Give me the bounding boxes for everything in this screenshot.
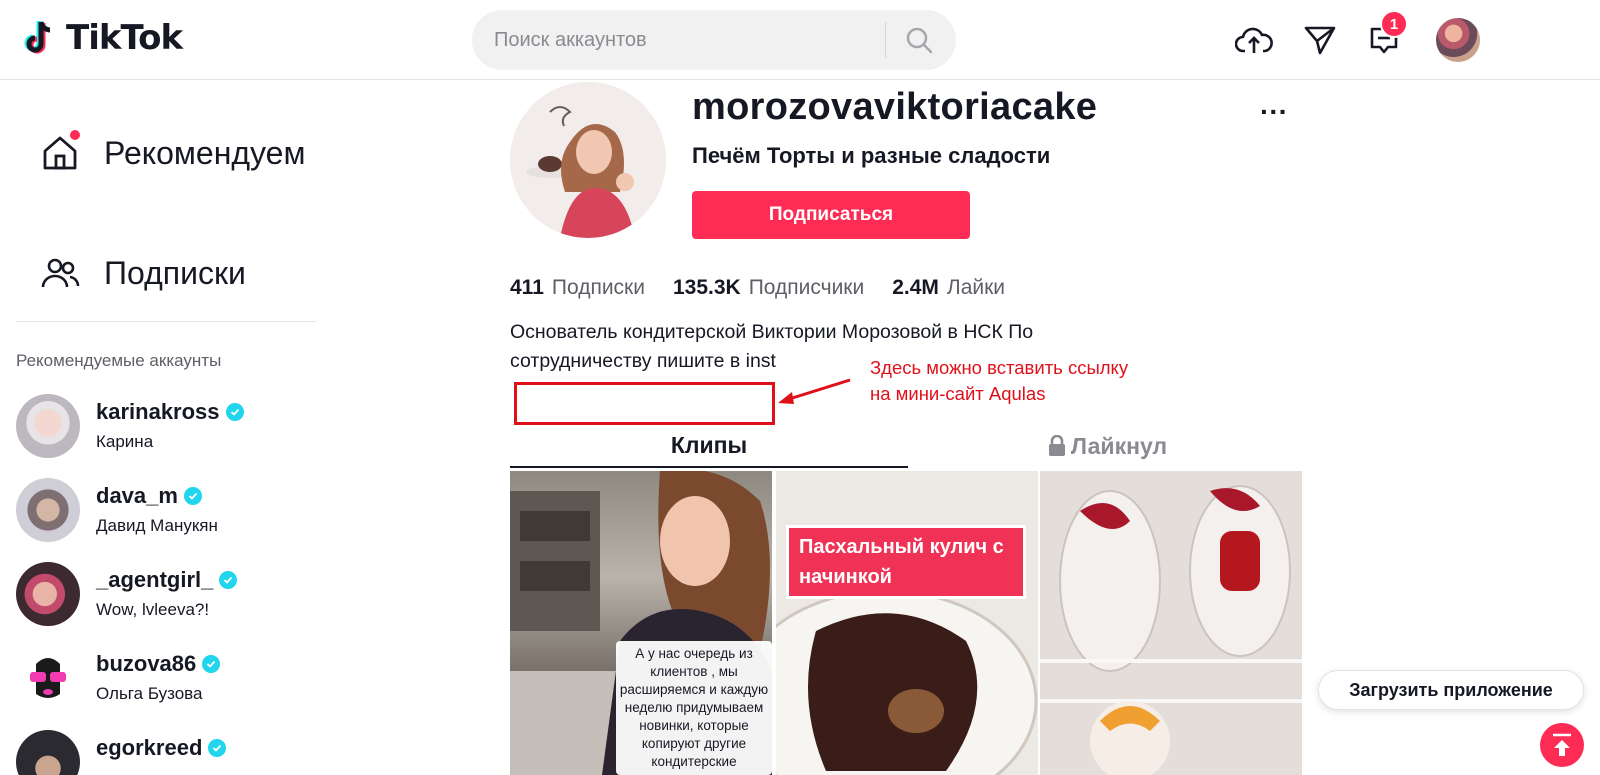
stat-likes: 2.4M Лайки <box>892 276 1005 300</box>
sidebar-divider <box>16 321 316 322</box>
video-thumbnail[interactable] <box>1040 471 1302 775</box>
verified-icon <box>183 487 202 505</box>
user-avatar[interactable] <box>1436 18 1480 62</box>
users-icon <box>40 253 80 293</box>
suggested-account[interactable]: dava_m Давид Манукян <box>16 478 326 548</box>
video-frame <box>776 471 1038 775</box>
video-thumbnail[interactable]: Пасхальный кулич с начинкой <box>776 471 1038 775</box>
paper-plane-icon <box>1304 26 1336 55</box>
account-username: buzova86 <box>96 651 197 676</box>
new-content-dot <box>70 130 80 140</box>
tiktok-logo[interactable]: TikTok <box>22 18 183 58</box>
avatar <box>16 394 80 458</box>
account-username: karinakross <box>96 399 220 424</box>
account-username: _agentgirl_ <box>96 567 214 592</box>
account-display-name: Карина <box>96 432 154 451</box>
annotation-highlight-box <box>514 382 775 425</box>
messages-button[interactable] <box>1300 20 1340 60</box>
avatar <box>16 730 80 775</box>
bio-line: Основатель кондитерской Виктории Морозов… <box>510 321 1034 343</box>
stat-label: Подписчики <box>748 276 865 299</box>
profile-nickname: Печём Торты и разные сладости <box>692 143 1051 168</box>
tiktok-note-icon <box>22 18 60 58</box>
follow-button[interactable]: Подписаться <box>692 191 970 239</box>
avatar <box>16 562 80 626</box>
profile-avatar <box>510 82 666 238</box>
upload-button[interactable] <box>1234 20 1274 60</box>
sidebar-item-label: Подписки <box>104 255 246 291</box>
lock-icon <box>1048 435 1065 456</box>
scroll-to-top-button[interactable] <box>1540 723 1584 767</box>
annotation-text: Здесь можно вставить ссылку на мини-сайт… <box>870 355 1170 407</box>
verified-icon <box>202 655 221 673</box>
annotation-line: Здесь можно вставить ссылку <box>870 357 1129 378</box>
account-username: egorkreed <box>96 735 203 760</box>
video-frame <box>1040 471 1302 775</box>
stat-label: Подписки <box>551 276 645 299</box>
avatar <box>16 646 80 710</box>
top-header: TikTok 1 <box>0 0 1600 80</box>
verified-icon <box>225 403 244 421</box>
suggested-account[interactable]: egorkreed <box>16 730 326 775</box>
tab-videos[interactable]: Клипы <box>510 424 908 468</box>
annotation-arrow-icon <box>778 378 851 404</box>
sidebar-item-label: Рекомендуем <box>104 135 306 171</box>
account-username: dava_m <box>96 483 178 508</box>
cloud-upload-icon <box>1235 27 1273 53</box>
annotation-line: на мини-сайт Aqulas <box>870 383 1046 404</box>
search-bar <box>472 10 956 70</box>
video-caption: Пасхальный кулич с начинкой <box>786 525 1026 599</box>
stat-following[interactable]: 411 Подписки <box>510 276 645 300</box>
profile-username: morozovaviktoriacake <box>692 86 1098 128</box>
video-caption: А у нас очередь из клиентов , мы расширя… <box>616 641 772 775</box>
suggested-account[interactable]: karinakross Карина <box>16 394 326 464</box>
tab-label: Клипы <box>670 431 748 458</box>
verified-icon <box>219 571 238 589</box>
notification-badge: 1 <box>1380 10 1408 38</box>
tab-label: Лайкнул <box>1070 432 1168 459</box>
stat-value: 411 <box>510 276 544 299</box>
profile-stats: 411 Подписки 135.3K Подписчики 2.4M Лайки <box>510 276 1005 300</box>
tab-liked[interactable]: Лайкнул <box>908 424 1306 468</box>
avatar <box>16 478 80 542</box>
sidebar-item-for-you[interactable]: Рекомендуем <box>40 133 306 173</box>
sidebar: Рекомендуем Подписки Рекомендуемые аккау… <box>0 81 340 775</box>
logo-text: TikTok <box>66 18 183 58</box>
search-input[interactable] <box>494 10 874 70</box>
search-button[interactable] <box>897 18 941 62</box>
verified-icon <box>208 739 227 757</box>
more-options-icon[interactable]: ··· <box>1256 94 1292 130</box>
search-divider <box>885 22 886 58</box>
account-display-name: Wow, lvleeva?! <box>96 600 210 619</box>
account-display-name: Давид Манукян <box>96 516 218 535</box>
account-display-name: Ольга Бузова <box>96 684 203 703</box>
stat-label: Лайки <box>946 276 1006 299</box>
suggested-account[interactable]: buzova86 Ольга Бузова <box>16 646 326 716</box>
stat-value: 2.4M <box>892 276 939 299</box>
stat-followers[interactable]: 135.3K Подписчики <box>673 276 864 300</box>
video-thumbnail[interactable]: А у нас очередь из клиентов , мы расширя… <box>510 471 772 775</box>
get-app-button[interactable]: Загрузить приложение <box>1318 670 1584 710</box>
sidebar-item-following[interactable]: Подписки <box>40 253 246 293</box>
search-icon <box>906 27 933 54</box>
suggested-account[interactable]: _agentgirl_ Wow, lvleeva?! <box>16 562 326 632</box>
stat-value: 135.3K <box>672 276 741 299</box>
arrow-up-icon <box>1553 733 1571 756</box>
suggested-accounts-heading: Рекомендуемые аккаунты <box>16 351 222 370</box>
